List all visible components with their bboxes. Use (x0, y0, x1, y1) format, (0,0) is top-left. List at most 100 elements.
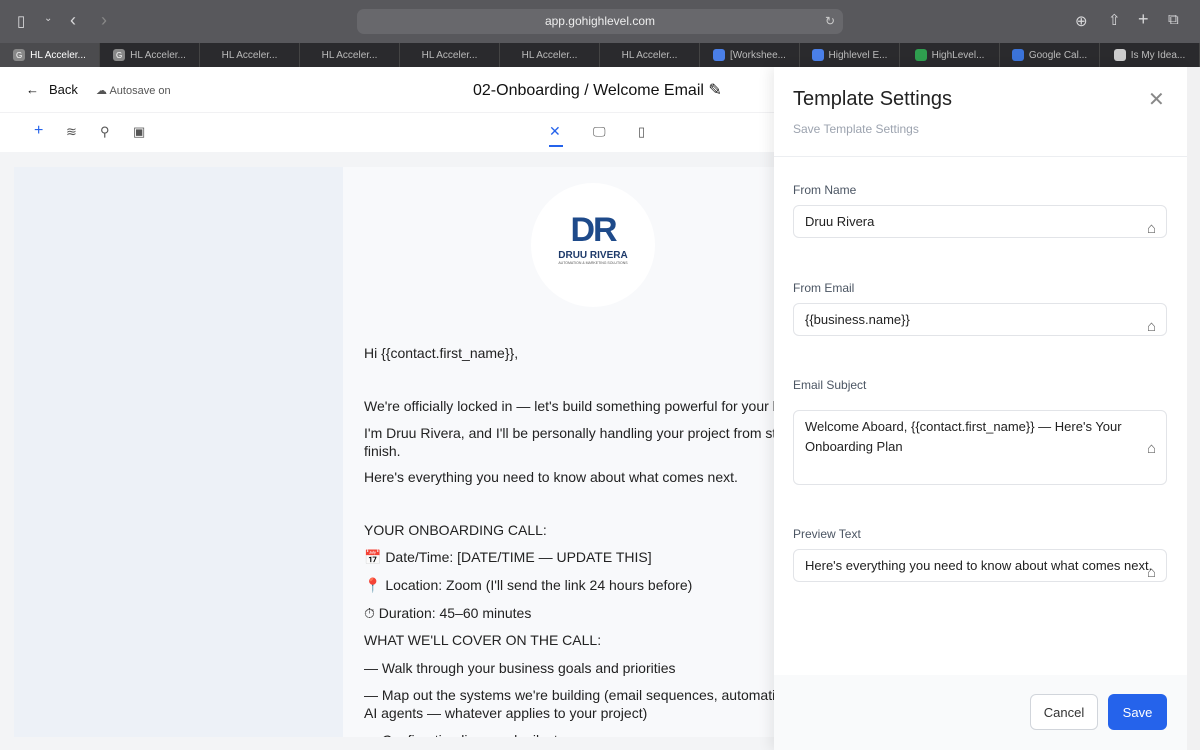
tag-icon[interactable]: ⌂ (1147, 311, 1156, 335)
pencil-icon[interactable]: ✎ (708, 82, 721, 99)
template-settings-panel: Template Settings Save Template Settings… (774, 67, 1187, 750)
favicon-icon (811, 49, 824, 61)
favicon-icon (914, 49, 927, 61)
browser-tab[interactable]: HighLevel... (900, 43, 1000, 67)
tab-label: Highlevel E... (828, 49, 888, 61)
save-icon[interactable]: ▣ (133, 124, 145, 140)
reload-icon[interactable]: ↻ (825, 9, 835, 34)
favicon-icon (1011, 49, 1024, 61)
preview-text-field[interactable]: Here's everything you need to know about… (793, 549, 1167, 582)
mobile-icon[interactable]: ▯ (638, 124, 645, 140)
email-line[interactable]: 📍 Location: Zoom (I'll send the link 24 … (364, 577, 775, 594)
email-line[interactable]: ⏱ Duration: 45–60 minutes (364, 605, 775, 622)
download-icon[interactable]: ⊕ (1075, 12, 1088, 30)
tools-icon[interactable]: ✕ (549, 123, 561, 140)
browser-tab[interactable]: Highlevel E... (800, 43, 900, 67)
email-line[interactable]: — Walk through your business goals and p… (364, 660, 775, 677)
tab-label: HL Acceler... (421, 49, 478, 61)
favicon-icon: G (13, 49, 26, 61)
email-line[interactable]: Hi {{contact.first_name}}, (364, 345, 775, 362)
logo-tagline: AUTOMATION & MARKETING SOLUTIONS (558, 261, 628, 265)
url-text: app.gohighlevel.com (544, 14, 656, 28)
forward-nav-icon[interactable]: › (101, 10, 107, 31)
tab-label: Is My Idea... (1130, 49, 1186, 61)
preview-label: Preview Text (793, 527, 861, 541)
preview-value: Here's everything you need to know about… (805, 558, 1153, 573)
email-line[interactable]: 📅 Date/Time: [DATE/TIME — UPDATE THIS] (364, 549, 775, 566)
tab-label: HL Acceler... (321, 49, 378, 61)
tab-label: Google Cal... (1028, 49, 1088, 61)
email-line[interactable]: AI agents — whatever applies to your pro… (364, 705, 775, 722)
panel-title: Template Settings (793, 88, 952, 110)
logo: DR DRUU RIVERA AUTOMATION & MARKETING SO… (531, 183, 655, 307)
back-label: Back (49, 82, 78, 97)
paint-roller-icon[interactable]: ⚲ (100, 124, 110, 140)
arrow-left-icon: ← (26, 82, 39, 97)
share-icon[interactable]: ⇧ (1108, 11, 1121, 29)
tag-icon[interactable]: ⌂ (1147, 439, 1156, 459)
new-tab-icon[interactable]: + (1138, 9, 1149, 30)
chevron-down-icon[interactable]: ⌄ (44, 13, 52, 24)
tab-label: HighLevel... (931, 49, 985, 61)
browser-tab[interactable]: HL Acceler... (400, 43, 500, 67)
email-line[interactable]: YOUR ONBOARDING CALL: (364, 522, 775, 539)
from-email-field[interactable]: {{business.name}} ⌂ (793, 303, 1167, 336)
browser-tab[interactable]: HL Acceler... (200, 43, 300, 67)
browser-tab[interactable]: G HL Acceler... (0, 43, 100, 67)
tag-icon[interactable]: ⌂ (1147, 213, 1156, 237)
email-line[interactable]: WHAT WE'LL COVER ON THE CALL: (364, 632, 775, 649)
subject-label: Email Subject (793, 378, 867, 392)
favicon-icon: G (113, 49, 126, 61)
sidebar-toggle-icon[interactable]: ▯ (17, 12, 25, 30)
browser-toolbar: ▯ ⌄ ‹ › app.gohighlevel.com ↻ ⊕ ⇧ + ⧉ (0, 0, 1200, 43)
tabs-overview-icon[interactable]: ⧉ (1168, 11, 1179, 28)
scrollbar[interactable] (1187, 67, 1200, 750)
canvas-background (14, 167, 344, 737)
tab-label: HL Acceler... (30, 49, 86, 61)
from-name-label: From Name (793, 183, 857, 197)
tab-label: [Workshee... (730, 49, 786, 61)
browser-tab[interactable]: HL Acceler... (300, 43, 400, 67)
email-line[interactable]: We're officially locked in — let's build… (364, 398, 775, 415)
back-nav-icon[interactable]: ‹ (70, 10, 76, 31)
tab-label: HL Acceler... (621, 49, 678, 61)
tab-label: HL Acceler... (130, 49, 186, 61)
subject-value: Welcome Aboard, {{contact.first_name}} —… (805, 419, 1122, 454)
email-preview: DR DRUU RIVERA AUTOMATION & MARKETING SO… (343, 167, 775, 737)
email-line[interactable]: finish. (364, 443, 775, 460)
browser-tab[interactable]: Is My Idea... (1100, 43, 1200, 67)
email-line[interactable]: — Confirm timelines and milestones (364, 732, 775, 737)
close-icon[interactable]: ✕ (1148, 87, 1165, 112)
browser-tab[interactable]: HL Acceler... (500, 43, 600, 67)
email-line[interactable]: — Map out the systems we're building (em… (364, 687, 775, 704)
layers-icon[interactable]: ≋ (66, 124, 77, 140)
tab-label: HL Acceler... (221, 49, 278, 61)
page-title: 02-Onboarding / Welcome Email ✎ (473, 80, 722, 100)
save-button[interactable]: Save (1108, 694, 1167, 730)
browser-tab[interactable]: Google Cal... (1000, 43, 1100, 67)
favicon-icon (1113, 49, 1126, 61)
from-email-value: {{business.name}} (805, 312, 910, 327)
from-email-label: From Email (793, 281, 855, 295)
address-bar[interactable]: app.gohighlevel.com ↻ (357, 9, 843, 34)
email-line[interactable]: I'm Druu Rivera, and I'll be personally … (364, 425, 775, 442)
browser-tab[interactable]: G HL Acceler... (100, 43, 200, 67)
from-name-field[interactable]: Druu Rivera ⌂ (793, 205, 1167, 238)
email-line[interactable]: Here's everything you need to know about… (364, 469, 775, 486)
tag-icon[interactable]: ⌂ (1147, 557, 1156, 581)
logo-name: DRUU RIVERA (558, 250, 628, 261)
panel-subtitle: Save Template Settings (793, 122, 919, 136)
favicon-icon (713, 49, 726, 61)
subject-textarea[interactable]: Welcome Aboard, {{contact.first_name}} —… (793, 410, 1167, 485)
browser-tab[interactable]: [Workshee... (700, 43, 800, 67)
panel-footer: Cancel Save (774, 675, 1187, 750)
tab-label: HL Acceler... (521, 49, 578, 61)
back-button[interactable]: ← Back (26, 82, 78, 97)
desktop-icon[interactable]: 🖵 (593, 124, 606, 140)
from-name-value: Druu Rivera (805, 214, 875, 229)
browser-tab[interactable]: HL Acceler... (600, 43, 700, 67)
autosave-status: ☁ Autosave on (96, 85, 171, 97)
add-icon[interactable]: + (34, 122, 43, 140)
title-text: 02-Onboarding / Welcome Email (473, 82, 704, 99)
cancel-button[interactable]: Cancel (1030, 694, 1098, 730)
